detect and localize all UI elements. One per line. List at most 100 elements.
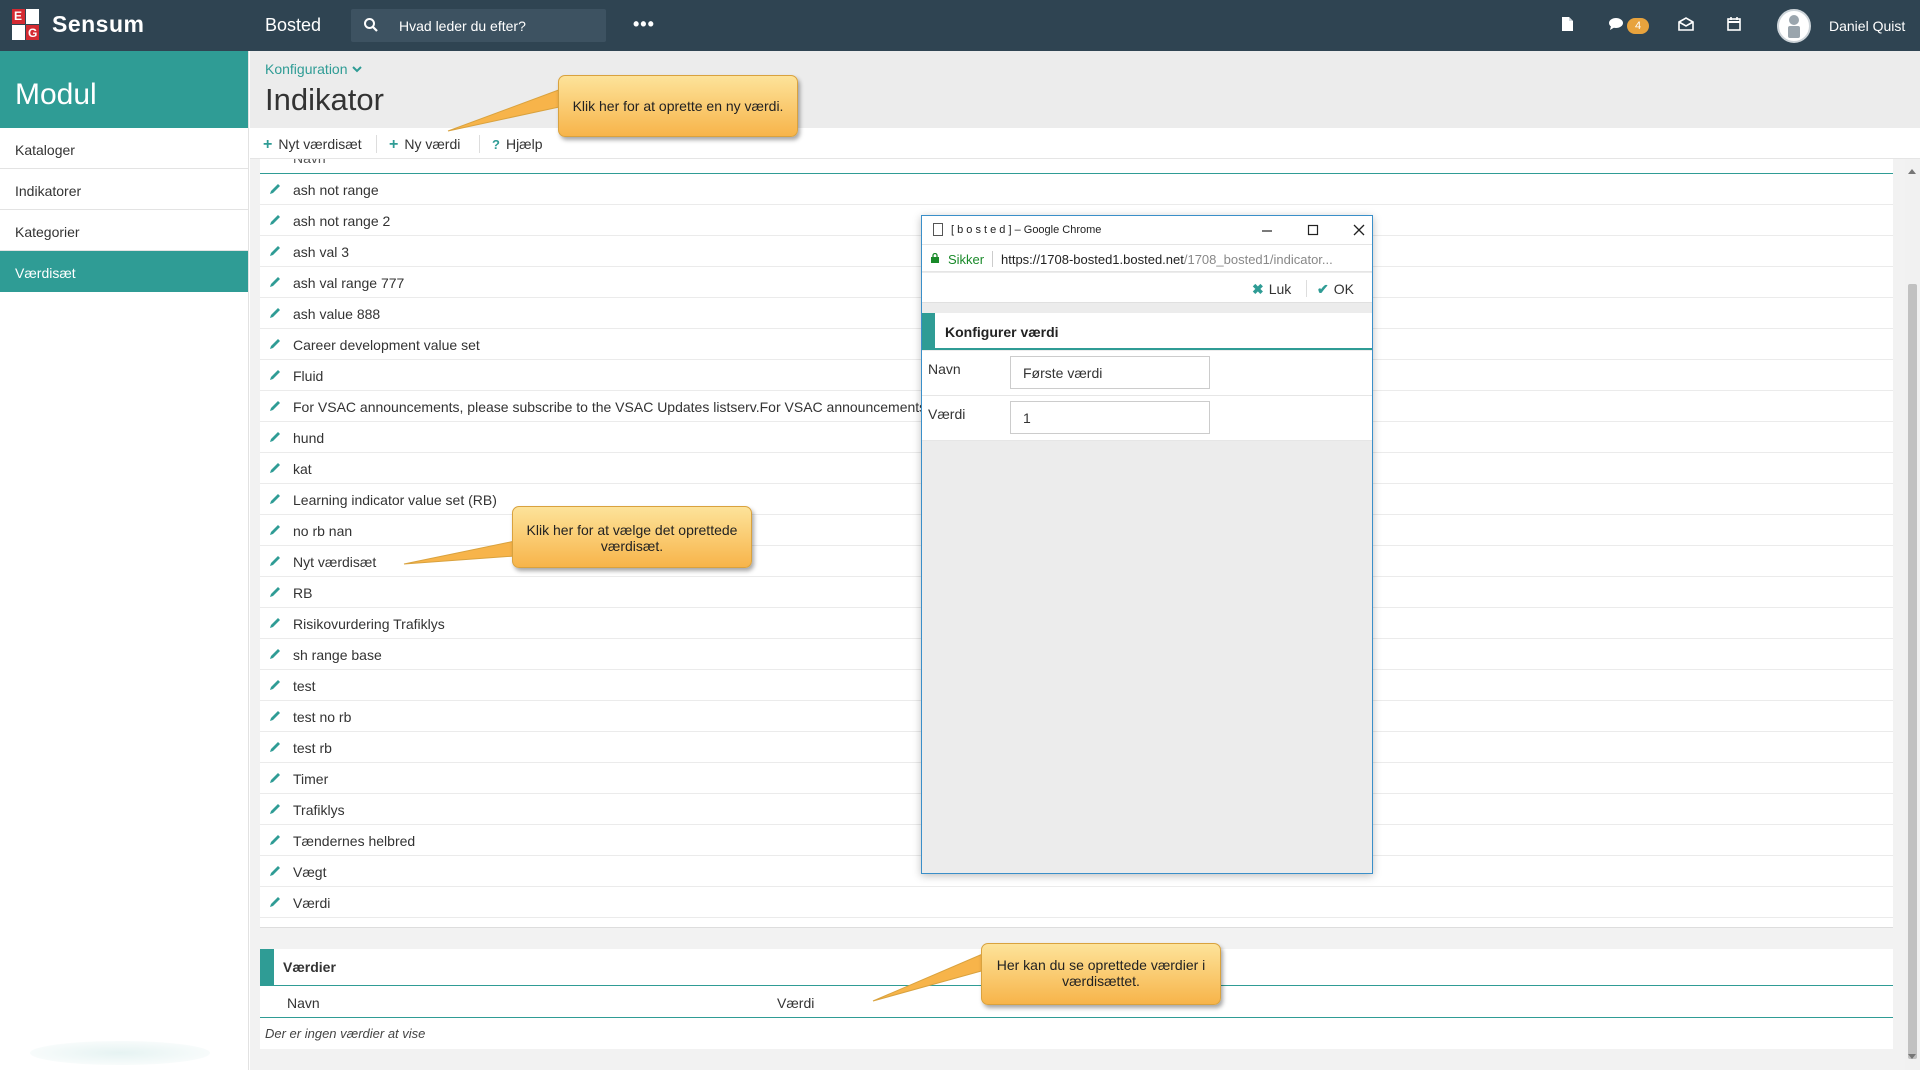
minimize-icon[interactable] [1257,220,1277,240]
list-item-label: ash val range 777 [293,275,405,291]
page-icon [933,223,943,236]
column-name[interactable]: Navn [287,995,320,1011]
help-button[interactable]: ? Hjælp [492,136,543,152]
mail-icon[interactable] [1677,15,1695,33]
name-field[interactable] [1010,356,1210,389]
search-input[interactable] [399,9,599,42]
lock-icon [931,253,939,263]
list-item-label: test rb [293,740,332,756]
help-label: Hjælp [505,136,543,152]
column-value[interactable]: Værdi [777,995,814,1011]
ok-label: OK [1333,281,1354,297]
list-item-label: Vægt [293,864,327,880]
list-item-label: no rb nan [293,523,353,539]
new-value-label: Ny værdi [404,136,461,152]
edit-icon[interactable] [268,585,282,599]
username[interactable]: Daniel Quist [1829,18,1905,34]
close-button[interactable]: ✖ Luk [1252,281,1291,298]
popup-address-bar[interactable]: Sikker https://1708-bosted1.bosted.net/1… [922,244,1372,272]
edit-icon[interactable] [268,523,282,537]
edit-icon[interactable] [268,771,282,785]
breadcrumb-label[interactable]: Konfiguration [265,61,348,77]
sidebar-heading: Modul [0,51,248,128]
edit-icon[interactable] [268,430,282,444]
avatar[interactable] [1777,9,1811,43]
edit-icon[interactable] [268,864,282,878]
edit-icon[interactable] [268,399,282,413]
edit-icon[interactable] [268,616,282,630]
breadcrumb[interactable]: Konfiguration [265,61,363,77]
sidebar: Modul Kataloger Indikatorer Kategorier V… [0,51,249,1070]
close-label: Luk [1268,281,1292,297]
edit-icon[interactable] [268,740,282,754]
question-icon: ? [492,137,500,152]
logo-text: Sensum [52,11,145,37]
edit-icon[interactable] [268,647,282,661]
calendar-icon[interactable] [1725,15,1743,33]
value-field[interactable] [1010,401,1210,434]
eg-logo: E G [12,9,39,40]
configure-value-form: Navn Værdi [922,351,1372,441]
name-row: Navn [922,351,1372,396]
scroll-up-arrow-icon[interactable] [1908,169,1916,174]
search-icon [364,18,378,32]
sidebar-item-kategorier[interactable]: Kategorier [0,210,248,251]
close-window-icon[interactable] [1349,220,1369,240]
edit-icon[interactable] [268,368,282,382]
list-column-header[interactable]: Navn [260,159,1893,174]
edit-icon[interactable] [268,337,282,351]
edit-icon[interactable] [268,306,282,320]
edit-icon[interactable] [268,492,282,506]
sidebar-item-kataloger[interactable]: Kataloger [0,128,248,169]
edit-icon[interactable] [268,802,282,816]
edit-icon[interactable] [268,275,282,289]
list-item-label: ash val 3 [293,244,350,260]
new-value-set-button[interactable]: + Nyt værdisæt [263,136,362,154]
edit-icon[interactable] [268,554,282,568]
callout-select-set: Klik her for at vælge det oprettede værd… [512,506,752,568]
configure-value-popup: [ b o s t e d ] – Google Chrome Sikker h… [921,215,1373,874]
chat-icon[interactable] [1607,15,1625,33]
more-menu-button[interactable]: ••• [633,14,655,35]
section-title: Konfigurer værdi [945,324,1059,340]
maximize-icon[interactable] [1303,220,1323,240]
configure-value-header: Konfigurer værdi [922,313,1372,350]
edit-icon[interactable] [268,213,282,227]
list-item-label: sh range base [293,647,382,663]
page-scrollbar[interactable] [1905,159,1920,1070]
popup-titlebar[interactable]: [ b o s t e d ] – Google Chrome [922,216,1372,244]
popup-url[interactable]: https://1708-bosted1.bosted.net/1708_bos… [1001,252,1366,267]
page-title: Indikator [265,82,384,117]
app-name[interactable]: Bosted [265,15,321,36]
user-icon [1788,15,1800,38]
edit-icon[interactable] [268,895,282,909]
plus-icon: + [263,136,273,153]
list-item-label: Tændernes helbred [293,833,416,849]
edit-icon[interactable] [268,461,282,475]
ok-button[interactable]: ✔ OK [1317,281,1354,298]
search-box[interactable] [351,9,606,42]
edit-icon[interactable] [268,709,282,723]
list-item-label: For VSAC announcements, please subscribe… [293,399,927,415]
edit-icon[interactable] [268,678,282,692]
sidebar-item-vaerdisaet[interactable]: Værdisæt [0,251,248,292]
edit-icon[interactable] [268,833,282,847]
value-label: Værdi [928,406,966,422]
list-item[interactable]: Værdi [260,887,1893,918]
scroll-down-arrow-icon[interactable] [1908,1054,1916,1059]
edit-icon[interactable] [268,244,282,258]
list-item-label: ash not range 2 [293,213,391,229]
list-item-label: Learning indicator value set (RB) [293,492,497,508]
callout-new-value: Klik her for at oprette en ny værdi. [558,75,798,137]
toolbar-divider [376,135,377,153]
list-item[interactable]: ash not range [260,174,1893,205]
list-item-label: test no rb [293,709,352,725]
list-item-label: ash not range [293,182,379,198]
new-value-button[interactable]: + Ny værdi [389,136,460,154]
edit-icon[interactable] [268,182,282,196]
sidebar-shadow [30,1041,210,1065]
document-icon[interactable] [1558,15,1576,33]
scroll-thumb[interactable] [1908,284,1917,1059]
sidebar-item-indikatorer[interactable]: Indikatorer [0,169,248,210]
values-panel-title: Værdier [283,959,336,975]
